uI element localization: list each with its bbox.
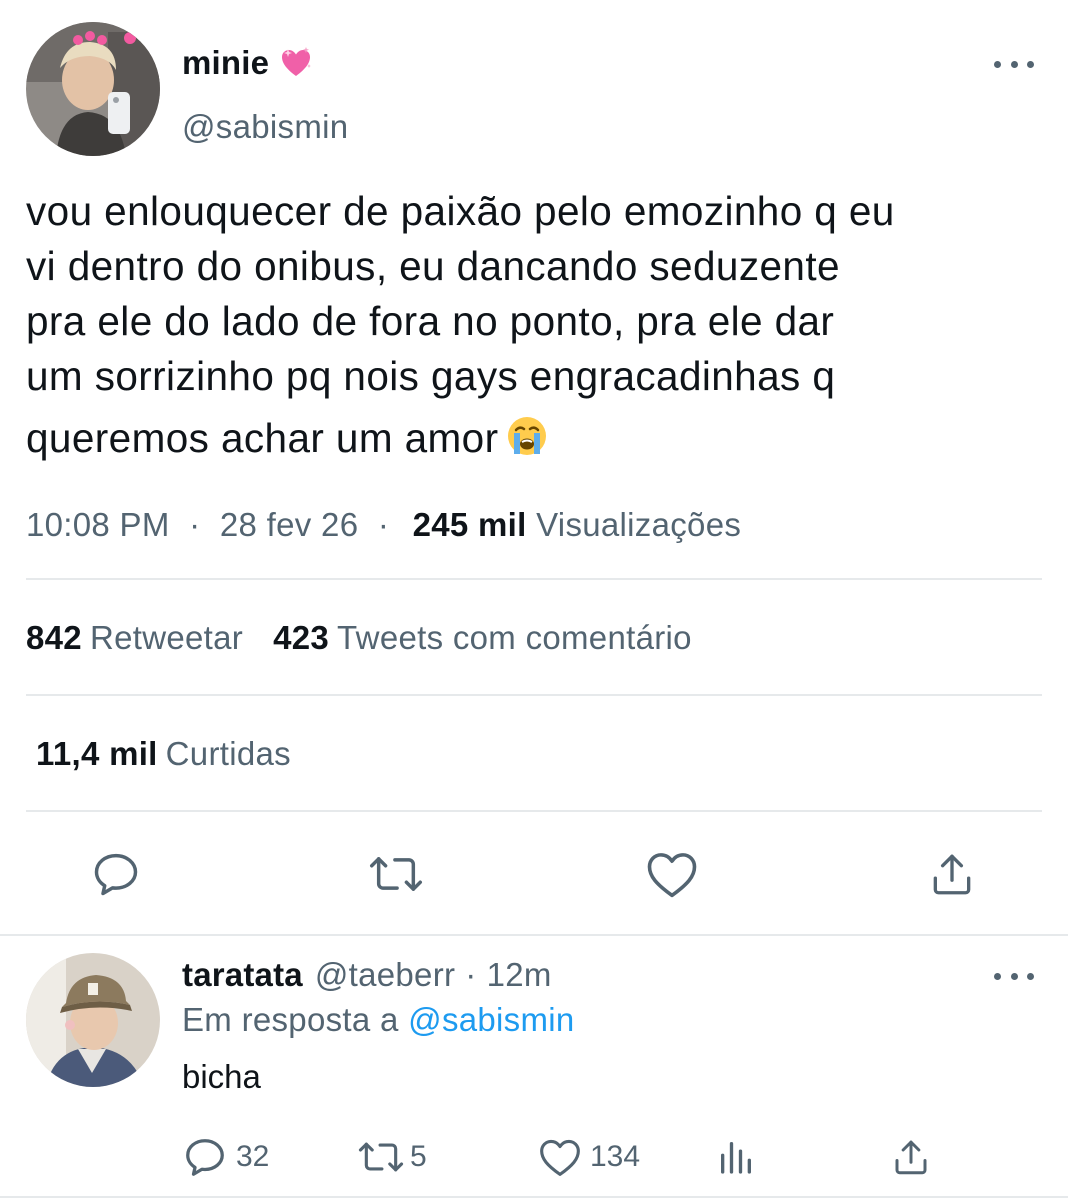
analytics-icon (721, 1142, 751, 1174)
divider (26, 578, 1042, 580)
tweet-text-line: vou enlouquecer de paixão pelo emozinho … (26, 188, 895, 234)
tweet-meta: 10:08 PM · 28 fev 26 · 245 mil Visualiza… (26, 506, 741, 544)
divider (0, 934, 1068, 936)
reply-header: taratata @taeberr · 12m (182, 956, 552, 994)
quotes-label: Tweets com comentário (337, 619, 692, 656)
reply-icon (94, 853, 138, 896)
like-icon (647, 853, 697, 898)
share-icon (895, 1140, 927, 1175)
tweet-time[interactable]: 10:08 PM (26, 506, 170, 543)
reply-like-count: 134 (590, 1140, 641, 1173)
reply-reply-button[interactable]: 32 (182, 1134, 269, 1180)
reply-author-handle[interactable]: @taeberr (315, 956, 455, 994)
in-reply-to: Em resposta a @sabismin (182, 1001, 575, 1039)
reply-author-name[interactable]: taratata (182, 956, 303, 994)
tweet-text: vou enlouquecer de paixão pelo emozinho … (26, 184, 1061, 472)
likes-count: 11,4 mil (36, 735, 158, 772)
quotes-count: 423 (273, 619, 330, 656)
reply-retweet-button[interactable]: 5 (356, 1134, 427, 1180)
reply-author-avatar[interactable] (26, 953, 160, 1087)
likes-stat[interactable]: 11,4 mil Curtidas (36, 735, 291, 773)
quotes-stat[interactable]: 423 Tweets com comentário (273, 619, 692, 656)
tweet-date[interactable]: 28 fev 26 (220, 506, 358, 543)
retweet-icon (358, 1142, 404, 1172)
retweets-count: 842 (26, 619, 82, 656)
share-button[interactable] (922, 844, 982, 904)
in-reply-prefix: Em resposta a (182, 1001, 399, 1038)
likes-label: Curtidas (165, 735, 291, 772)
author-avatar[interactable] (26, 22, 160, 156)
like-icon (540, 1139, 580, 1176)
retweet-stats: 842 Retweetar 423 Tweets com comentário (26, 619, 692, 657)
reply-more-options-icon[interactable] (994, 966, 1034, 986)
meta-separator: · (465, 956, 477, 993)
divider (0, 1196, 1068, 1198)
heart-with-sparkles-icon (279, 46, 313, 80)
retweet-icon (369, 857, 422, 891)
author-handle[interactable]: @sabismin (182, 108, 348, 146)
reply-reply-count: 32 (236, 1140, 270, 1173)
reply-button[interactable] (86, 844, 146, 904)
meta-separator: · (189, 506, 201, 543)
reply-analytics-button[interactable] (716, 1134, 756, 1180)
reply-text: bicha (182, 1058, 261, 1095)
retweets-label: Retweetar (89, 619, 244, 656)
reply-share-button[interactable] (890, 1134, 932, 1180)
author-display-name[interactable]: minie (182, 44, 269, 82)
divider (26, 694, 1042, 696)
like-button[interactable] (642, 844, 702, 904)
more-options-icon[interactable] (994, 54, 1034, 74)
retweet-button[interactable] (366, 844, 426, 904)
tweet-text-line: queremos achar um amor (26, 415, 499, 461)
reply-time[interactable]: 12m (487, 956, 552, 994)
author-name-row[interactable]: minie (182, 44, 313, 82)
meta-separator: · (377, 506, 390, 543)
tweet-text-line: um sorrizinho pq nois gays engracadinhas… (26, 353, 836, 399)
views-label: Visualizações (536, 506, 742, 543)
views-count: 245 mil (412, 506, 527, 543)
reply-like-button[interactable]: 134 (538, 1134, 640, 1180)
retweets-stat[interactable]: 842 Retweetar (26, 619, 243, 656)
tweet-text-line: vi dentro do onibus, eu dancando seduzen… (26, 243, 840, 289)
loudly-crying-face-icon (505, 414, 549, 472)
tweet-text-line: pra ele do lado de fora no ponto, pra el… (26, 298, 835, 344)
in-reply-handle-link[interactable]: @sabismin (408, 1001, 574, 1038)
reply-retweet-count: 5 (410, 1140, 427, 1173)
divider (26, 810, 1042, 812)
reply-icon (186, 1139, 224, 1176)
share-icon (933, 854, 971, 895)
